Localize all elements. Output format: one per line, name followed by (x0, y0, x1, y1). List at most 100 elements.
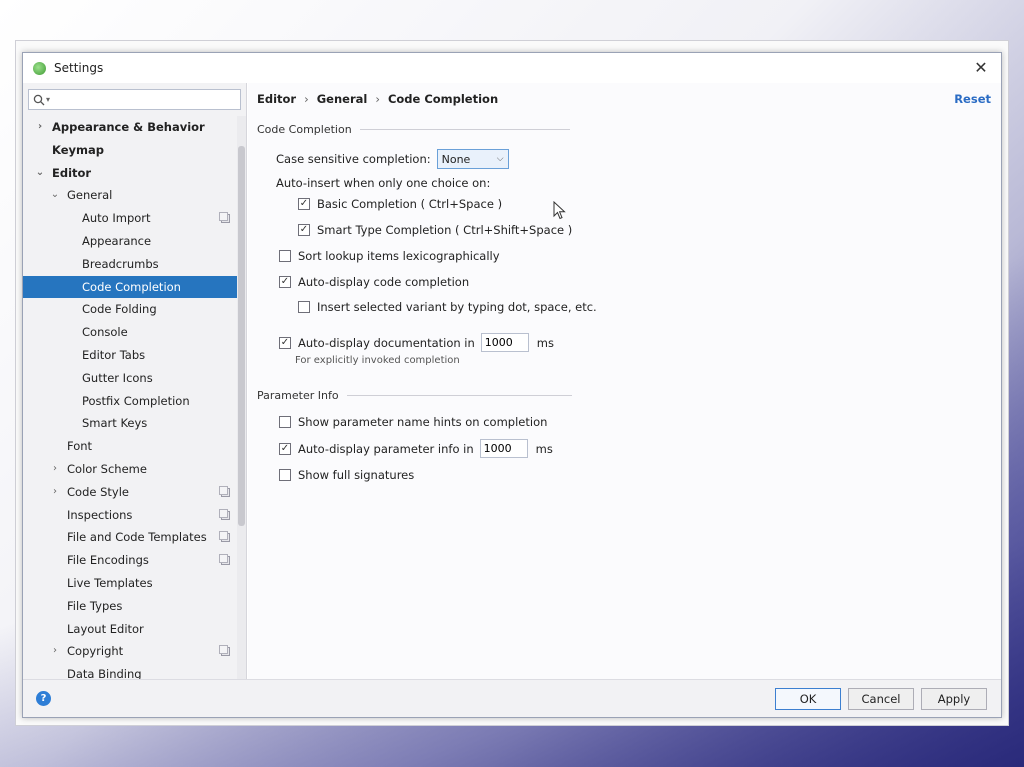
tree-item[interactable]: Code Completion (23, 275, 237, 299)
help-icon[interactable]: ? (36, 691, 51, 706)
tree-item[interactable]: Font (23, 435, 237, 458)
tree-item[interactable]: Layout Editor (23, 618, 237, 641)
tree-item[interactable]: › Appearance & Behavior (23, 116, 237, 139)
sort-lexicographically-row[interactable]: Sort lookup items lexicographically (279, 249, 500, 263)
section-title: Parameter Info (257, 389, 339, 402)
cancel-button[interactable]: Cancel (848, 688, 914, 710)
tree-item-label: Data Binding (67, 667, 142, 679)
tree-item[interactable]: › Code Style (23, 481, 237, 504)
smart-type-completion-checkbox[interactable]: ✓ (298, 224, 310, 236)
tree-item-label: Editor Tabs (82, 347, 146, 362)
auto-display-completion-checkbox[interactable]: ✓ (279, 276, 291, 288)
docs-hint: For explicitly invoked completion (295, 355, 460, 366)
tree-item-label: Font (67, 439, 93, 454)
chevron-right-icon[interactable]: › (50, 481, 60, 504)
tree-item-label: File and Code Templates (67, 530, 207, 545)
basic-completion-label: Basic Completion ( Ctrl+Space ) (317, 197, 503, 211)
tree-item-label: Layout Editor (67, 621, 144, 636)
project-scope-icon (219, 485, 230, 497)
project-scope-icon (219, 531, 230, 543)
show-full-signatures-row[interactable]: Show full signatures (279, 468, 414, 482)
tree-item[interactable]: › Copyright (23, 640, 237, 663)
tree-item[interactable]: Keymap (23, 139, 237, 162)
tree-item-label: Console (82, 325, 128, 340)
chevron-down-icon[interactable]: ⌄ (35, 162, 45, 185)
tree-item[interactable]: File Encodings (23, 549, 237, 572)
tree-item[interactable]: Console (23, 321, 237, 344)
param-delay-unit: ms (535, 441, 553, 456)
show-hints-checkbox[interactable] (279, 416, 291, 428)
basic-completion-checkbox[interactable]: ✓ (298, 198, 310, 210)
search-input[interactable] (54, 90, 235, 109)
case-sensitive-dropdown[interactable]: None ⌵ (436, 149, 509, 169)
tree-item[interactable]: ⌄ Editor (23, 162, 237, 185)
tree-item[interactable]: Editor Tabs (23, 344, 237, 367)
close-icon[interactable]: ✕ (971, 58, 991, 78)
chevron-down-icon[interactable]: ⌄ (50, 184, 60, 207)
tree-item[interactable]: Smart Keys (23, 412, 237, 435)
auto-display-completion-row[interactable]: ✓ Auto-display code completion (279, 275, 469, 289)
tree-item[interactable]: Gutter Icons (23, 367, 237, 390)
settings-tree-panel: ▾ › Appearance & Behavior Keymap ⌄ Editor ⌄ Ge… (23, 83, 247, 679)
auto-display-docs-label: Auto-display documentation in (298, 335, 475, 350)
tree-item-label: Live Templates (67, 575, 153, 590)
smart-type-completion-row[interactable]: ✓ Smart Type Completion ( Ctrl+Shift+Spa… (298, 223, 572, 237)
chevron-right-icon[interactable]: › (50, 458, 60, 481)
show-hints-row[interactable]: Show parameter name hints on completion (279, 415, 547, 429)
basic-completion-row[interactable]: ✓ Basic Completion ( Ctrl+Space ) (298, 197, 502, 211)
breadcrumb-separator: › (375, 92, 380, 106)
apply-button[interactable]: Apply (921, 688, 987, 710)
breadcrumb-separator: › (304, 92, 309, 106)
search-icon (33, 94, 45, 105)
tree-item[interactable]: Inspections (23, 504, 237, 527)
tree-item[interactable]: Appearance (23, 230, 237, 253)
project-scope-icon (219, 645, 230, 657)
auto-display-docs-checkbox[interactable]: ✓ (279, 336, 291, 349)
tree-item-label: Appearance (82, 233, 152, 248)
search-box[interactable]: ▾ (28, 89, 241, 110)
search-options-icon[interactable]: ▾ (46, 95, 50, 104)
section-parameter-info: Parameter Info (257, 389, 572, 402)
tree-item[interactable]: File and Code Templates (23, 526, 237, 549)
auto-insert-row: Auto-insert when only one choice on: (276, 176, 490, 190)
project-scope-icon (219, 508, 230, 520)
tree-item-label: Breadcrumbs (82, 256, 159, 271)
docs-delay-input[interactable] (480, 333, 529, 352)
sort-lexicographically-checkbox[interactable] (279, 250, 291, 262)
mouse-cursor-icon (553, 201, 566, 220)
insert-selected-variant-checkbox[interactable] (298, 301, 310, 313)
ok-button[interactable]: OK (775, 688, 841, 710)
docs-delay-unit: ms (536, 335, 554, 350)
breadcrumb-item-general[interactable]: General (317, 92, 368, 106)
breadcrumb-item-code-completion: Code Completion (387, 92, 499, 106)
chevron-right-icon[interactable]: › (50, 640, 60, 663)
show-full-signatures-checkbox[interactable] (279, 469, 291, 481)
tree-item-label: Code Style (67, 484, 129, 499)
tree-item[interactable]: Live Templates (23, 572, 237, 595)
tree-item[interactable]: Auto Import (23, 207, 237, 230)
reset-link[interactable]: Reset (954, 92, 991, 106)
project-scope-icon (219, 554, 230, 566)
tree-scrollbar[interactable] (237, 116, 246, 679)
tree-scrollbar-thumb[interactable] (238, 146, 245, 526)
tree-item[interactable]: Breadcrumbs (23, 253, 237, 276)
auto-display-completion-label: Auto-display code completion (298, 275, 470, 289)
breadcrumb-item-editor[interactable]: Editor (257, 92, 296, 106)
tree-item[interactable]: File Types (23, 595, 237, 618)
tree-item-label: Code Folding (82, 302, 157, 317)
param-delay-input[interactable] (479, 439, 528, 458)
tree-item[interactable]: Postfix Completion (23, 390, 237, 413)
window-title: Settings (54, 61, 104, 75)
tree-item-label: File Types (67, 598, 123, 613)
auto-display-param-checkbox[interactable]: ✓ (279, 442, 291, 455)
section-divider (359, 129, 570, 130)
tree-item[interactable]: Code Folding (23, 298, 237, 321)
insert-selected-variant-row[interactable]: Insert selected variant by typing dot, s… (298, 300, 597, 314)
tree-item-label: Editor (52, 165, 92, 180)
chevron-down-icon: ⌵ (496, 154, 504, 164)
tree-item[interactable]: Data Binding (23, 663, 237, 679)
chevron-right-icon[interactable]: › (35, 116, 45, 139)
tree-item[interactable]: ⌄ General (23, 184, 237, 207)
title-bar: Settings ✕ (23, 53, 1001, 83)
tree-item[interactable]: › Color Scheme (23, 458, 237, 481)
